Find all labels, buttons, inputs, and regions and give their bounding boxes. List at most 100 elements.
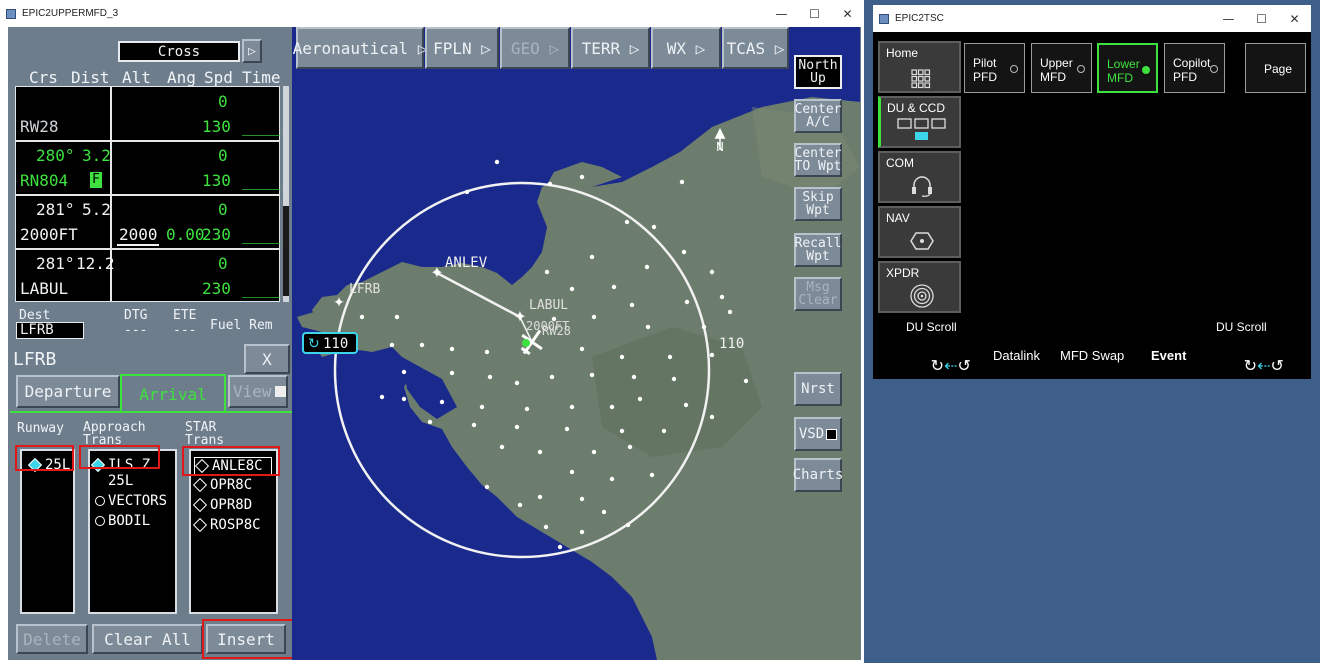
star-item-opr8d[interactable]: OPR8D (192, 497, 252, 513)
map-waypoint-dot (619, 428, 625, 434)
fpl-altitude: 2000 (119, 225, 158, 244)
col-alt: Alt (122, 68, 151, 87)
fpl-row-rw28[interactable]: RW28 0 130 ____ (16, 87, 281, 140)
approach-list[interactable]: ILS Z 25L VECTORS BODIL (88, 449, 177, 614)
skip-wpt-button[interactable]: Skip Wpt (794, 187, 842, 221)
insert-highlight (202, 619, 295, 659)
tsc-xpdr-button[interactable]: XPDR (878, 261, 961, 313)
minimize-button[interactable]: — (1212, 5, 1245, 32)
close-button[interactable]: ✕ (1278, 5, 1311, 32)
tab-arrival[interactable]: Arrival (120, 374, 226, 412)
north-up-button[interactable]: North Up (794, 55, 842, 89)
flight-plan-list[interactable]: RW28 0 130 ____ 280° 3.2 RN804 F 0 130 _… (15, 86, 281, 302)
runway-list[interactable]: 25L (20, 449, 75, 614)
close-button[interactable]: ✕ (831, 0, 864, 27)
vsd-button[interactable]: VSD (794, 417, 842, 451)
col-crs: Crs (29, 68, 58, 87)
minimize-button[interactable]: — (765, 0, 798, 27)
fpl-course: 280° (36, 146, 75, 165)
recall-wpt-button[interactable]: Recall Wpt (794, 233, 842, 267)
msg-clear-button[interactable]: Msg Clear (794, 277, 842, 311)
fpl-alt-top: 0 (218, 254, 228, 273)
maximize-button[interactable]: ☐ (798, 0, 831, 27)
procedure-close-button[interactable]: X (244, 344, 290, 374)
map-waypoint-dot (514, 424, 520, 430)
tsc-com-button[interactable]: COM (878, 151, 961, 203)
clear-all-button[interactable]: Clear All (92, 624, 203, 654)
page-button[interactable]: Page (1245, 43, 1306, 93)
tab-departure[interactable]: Departure (16, 375, 120, 408)
star-item-rosp8c[interactable]: ROSP8C (192, 517, 261, 533)
lfrb-airport-icon[interactable]: ✦ (333, 295, 345, 311)
charts-button[interactable]: Charts (793, 458, 843, 492)
copilot-pfd-button[interactable]: Copilot PFD (1164, 43, 1225, 93)
menu-label: TCAS (726, 38, 766, 58)
upper-mfd-window: EPIC2UPPERMFD_3 — ☐ ✕ Cross ▷ Crs Dist A… (0, 0, 864, 663)
labul-waypoint-icon[interactable]: ✦ (513, 307, 526, 326)
view-checkbox[interactable] (274, 386, 286, 397)
fpl-time: ____ (242, 171, 281, 190)
diamond-icon (192, 497, 208, 513)
col-time: Time (242, 68, 281, 87)
du-scroll-left-control[interactable]: ↻⇠↺ (904, 338, 971, 394)
menu-geo[interactable]: GEO ▷ (500, 27, 570, 69)
maximize-button[interactable]: ☐ (1245, 5, 1278, 32)
tsc-home-button[interactable]: Home (878, 41, 961, 93)
tab-view[interactable]: View (228, 375, 288, 408)
fpl-row-labul[interactable]: 281° 12.2 LABUL 0 230 ____ (16, 249, 281, 302)
fpl-scrollbar[interactable] (283, 86, 289, 302)
tsc-du-ccd-button[interactable]: DU & CCD (878, 96, 961, 148)
map-waypoint-dot (591, 449, 597, 455)
fpl-row-rn804[interactable]: 280° 3.2 RN804 F 0 130 ____ (16, 141, 281, 194)
delete-button[interactable]: Delete (16, 624, 88, 654)
datalink-button[interactable]: Datalink (993, 348, 1040, 363)
fpl-time: ____ (242, 117, 281, 136)
range-label-left: 110 (323, 336, 348, 352)
fpl-angle: 0.00 (166, 225, 205, 244)
star-item-label: ROSP8C (210, 517, 261, 533)
map-waypoint-dot (679, 179, 685, 185)
runway-highlight (15, 445, 74, 471)
map-waypoint-dot (601, 509, 607, 515)
nav-label: NAV (886, 211, 910, 225)
vsd-checkbox[interactable] (826, 428, 838, 440)
lower-mfd-button[interactable]: Lower MFD (1097, 43, 1158, 93)
menu-wx[interactable]: WX ▷ (651, 27, 721, 69)
fpl-distance: 12.2 (76, 254, 115, 273)
map-waypoint-dot (471, 422, 477, 428)
upper-mfd-button[interactable]: Upper MFD (1031, 43, 1092, 93)
event-button[interactable]: Event (1151, 348, 1186, 363)
navigation-map[interactable]: ✦ ✦ ✦ ANLEV LABUL LFRB 2000FT RW28 ▲ N (292, 27, 860, 660)
dest-field[interactable]: LFRB (16, 322, 84, 339)
approach-item-vectors[interactable]: VECTORS (95, 493, 167, 509)
map-waypoint-dot (661, 428, 667, 434)
anlev-waypoint-icon[interactable]: ✦ (430, 263, 443, 282)
approach-item-bodil[interactable]: BODIL (95, 513, 150, 529)
tsc-nav-button[interactable]: NAV (878, 206, 961, 258)
fpl-mode-select[interactable]: Cross (118, 41, 240, 62)
du-scroll-right-control[interactable]: ↻⇠↺ (1217, 338, 1284, 394)
menu-tcas[interactable]: TCAS ▷ (722, 27, 789, 69)
menu-aeronautical[interactable]: Aeronautical ▷ (293, 27, 427, 69)
mfd-titlebar[interactable]: EPIC2UPPERMFD_3 (0, 0, 864, 27)
pilot-pfd-button[interactable]: Pilot PFD (964, 43, 1025, 93)
star-item-opr8c[interactable]: OPR8C (192, 477, 253, 493)
window-title: EPIC2UPPERMFD_3 (22, 8, 119, 19)
fpl-row-2000ft[interactable]: 281° 5.2 2000FT 2000 0.00 0 230 ____ (16, 195, 281, 248)
menu-terr[interactable]: TERR ▷ (571, 27, 650, 69)
fpl-alt-top: 0 (218, 92, 228, 111)
nrst-button[interactable]: Nrst (794, 372, 842, 406)
star-item-label: OPR8C (210, 477, 253, 493)
map-waypoint-dot (524, 406, 530, 412)
map-waypoint-dot (667, 354, 673, 360)
center-to-wpt-button[interactable]: Center TO Wpt (794, 143, 842, 177)
map-waypoint-dot (569, 469, 575, 475)
mfd-swap-button[interactable]: MFD Swap (1060, 348, 1124, 363)
fpl-mode-arrow[interactable]: ▷ (242, 39, 262, 63)
com-label: COM (886, 156, 914, 170)
anlev-label: ANLEV (445, 255, 488, 271)
center-ac-button[interactable]: Center A/C (794, 99, 842, 133)
menu-fpln[interactable]: FPLN ▷ (425, 27, 499, 69)
grid-icon (911, 69, 931, 89)
map-waypoint-dot (589, 372, 595, 378)
